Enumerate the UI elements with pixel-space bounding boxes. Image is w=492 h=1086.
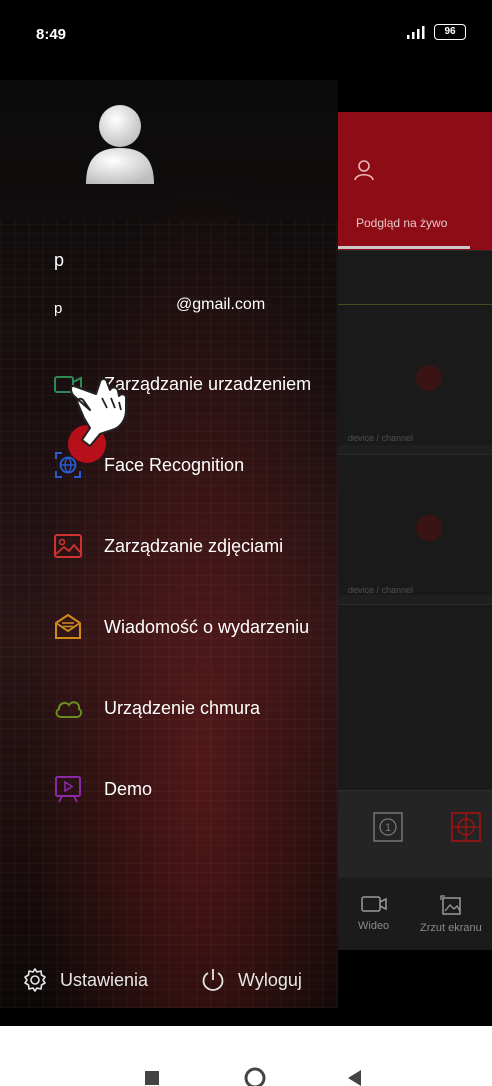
user-name: p xyxy=(54,250,65,270)
split-four-icon[interactable] xyxy=(450,811,482,843)
hand-pointer-icon xyxy=(70,378,127,447)
system-nav-bar xyxy=(0,1026,492,1086)
channel-indicator xyxy=(416,515,442,541)
channel-label: device / channel xyxy=(348,433,414,443)
settings-label: Ustawienia xyxy=(60,969,149,990)
logout-button[interactable]: Wyloguj xyxy=(200,960,302,1000)
power-icon xyxy=(202,969,224,991)
signal-icon xyxy=(407,26,425,39)
screenshot-icon xyxy=(440,895,461,915)
empty-cell xyxy=(338,604,492,791)
navigation-drawer: p p @gmail.com Zarządzanie urzadzeniem F… xyxy=(0,80,338,1008)
channel-cell[interactable]: device / channel xyxy=(338,304,492,445)
battery-icon: 96 xyxy=(434,24,466,40)
user-icon xyxy=(354,160,374,181)
live-view-tab-label: Podgląd na żywo xyxy=(356,216,448,230)
background-bottom-nav: Wideo Zrzut ekranu xyxy=(338,878,492,950)
live-view-tab[interactable]: Podgląd na żywo xyxy=(338,112,492,250)
nav-screenshot-label: Zrzut ekranu xyxy=(420,922,482,934)
battery-level: 96 xyxy=(444,26,456,37)
home-button[interactable] xyxy=(243,1066,267,1086)
recent-apps-button[interactable] xyxy=(144,1070,160,1086)
menu-item-device-management[interactable]: Zarządzanie urzadzeniem xyxy=(0,354,338,414)
phone-screen: 8:49 96 Podgląd na żywo device / channel xyxy=(0,0,492,1086)
menu-label: Urządzenie chmura xyxy=(104,697,261,718)
svg-text:1: 1 xyxy=(385,822,391,834)
status-bar: 8:49 96 xyxy=(0,0,492,80)
status-time: 8:49 xyxy=(36,26,67,43)
nav-video-label: Wideo xyxy=(358,920,390,932)
user-email: @gmail.com xyxy=(176,296,266,313)
demo-play-icon xyxy=(55,776,81,803)
status-indicators: 96 xyxy=(406,24,466,40)
user-email-prefix: p xyxy=(54,300,63,317)
image-icon xyxy=(54,534,82,558)
nav-screenshot[interactable]: Zrzut ekranu xyxy=(420,894,482,934)
cloud-icon xyxy=(55,701,83,718)
menu-label: Face Recognition xyxy=(104,454,245,475)
event-message-icon xyxy=(55,613,81,639)
menu-item-event-message[interactable]: Wiadomość o wydarzeniu xyxy=(0,597,338,657)
channel-indicator xyxy=(416,365,442,391)
menu-label: Wiadomość o wydarzeniu xyxy=(104,616,310,637)
channel-cell[interactable]: device / channel xyxy=(338,454,492,595)
menu-item-demo[interactable]: Demo xyxy=(0,759,338,819)
split-one-icon[interactable]: 1 xyxy=(372,811,404,843)
menu-item-face-recognition[interactable]: Face Recognition xyxy=(0,435,338,495)
playback-controls: 1 xyxy=(338,790,492,877)
bottom-band xyxy=(0,1008,492,1026)
menu-item-cloud-device[interactable]: Urządzenie chmura xyxy=(0,678,338,738)
avatar-icon[interactable] xyxy=(84,104,156,186)
empty-row xyxy=(338,250,492,305)
drawer-footer: Ustawienia Wyloguj xyxy=(0,960,338,1000)
menu-label: Zarządzanie zdjęciami xyxy=(104,535,284,556)
background-app: Podgląd na żywo device / channel device … xyxy=(338,112,492,950)
back-button[interactable] xyxy=(346,1069,362,1086)
gear-icon xyxy=(24,968,46,992)
nav-video[interactable]: Wideo xyxy=(358,894,389,932)
menu-item-photo-management[interactable]: Zarządzanie zdjęciami xyxy=(0,516,338,576)
video-icon xyxy=(360,896,387,912)
tab-underline xyxy=(338,246,470,249)
settings-button[interactable]: Ustawienia xyxy=(22,960,148,1000)
logout-label: Wyloguj xyxy=(238,969,302,990)
channel-label: device / channel xyxy=(348,585,414,595)
menu-label: Demo xyxy=(104,778,153,799)
